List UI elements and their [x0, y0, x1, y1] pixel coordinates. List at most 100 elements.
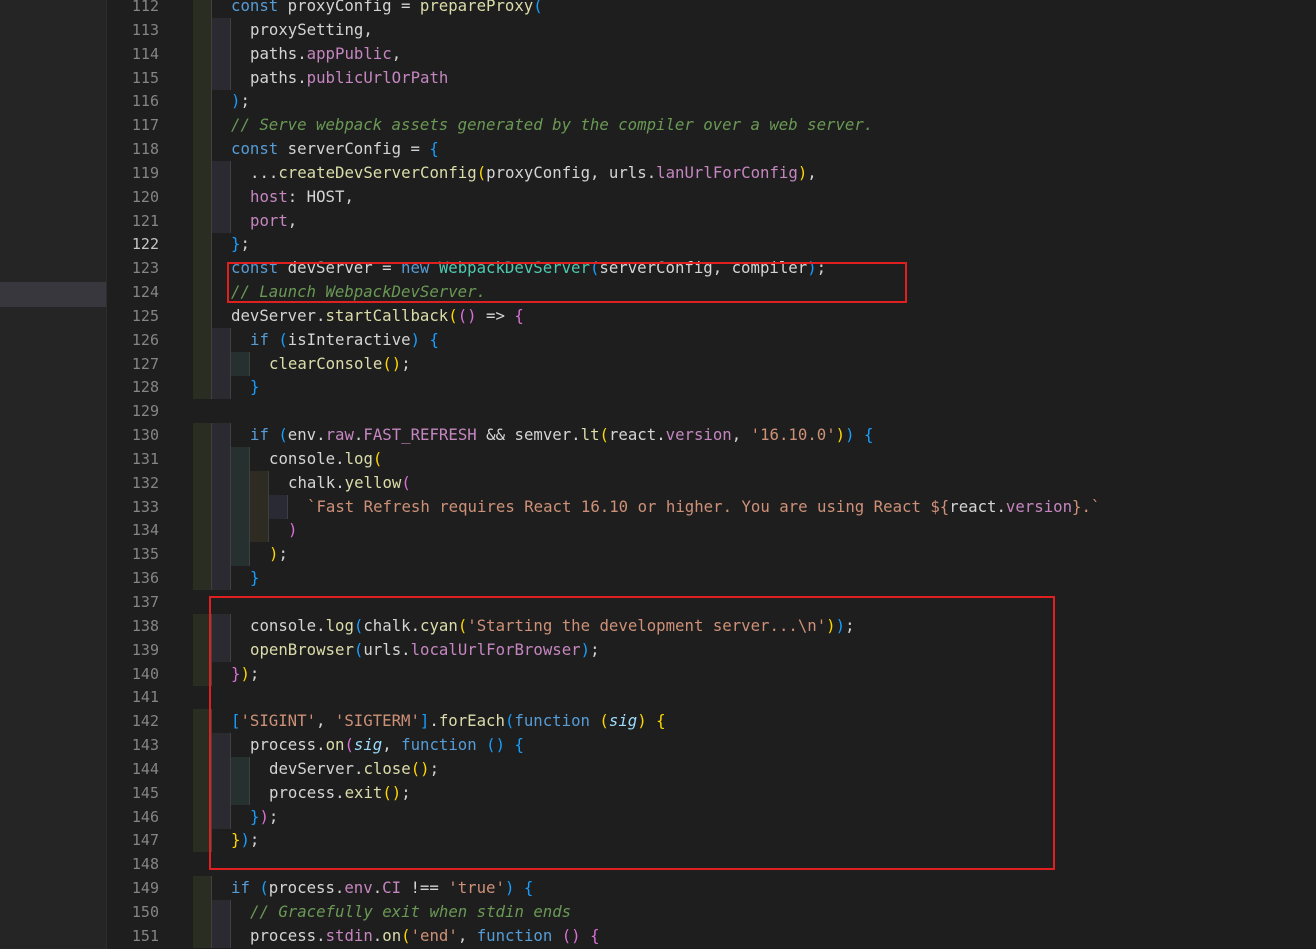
code-line[interactable]: };	[231, 232, 250, 256]
code-token: 'true'	[448, 878, 505, 898]
line-number: 150	[131, 902, 159, 921]
indent-band	[212, 160, 230, 185]
code-line[interactable]: host: HOST,	[250, 185, 354, 209]
code-token: CI	[382, 878, 402, 898]
indent-band	[193, 518, 211, 543]
side-panel	[0, 0, 107, 949]
code-line[interactable]: console.log(chalk.cyan('Starting the dev…	[250, 614, 855, 638]
code-line[interactable]: clearConsole();	[269, 352, 411, 376]
side-panel-selection[interactable]	[0, 282, 106, 307]
code-token: ()	[561, 925, 581, 945]
indent-band	[231, 518, 249, 543]
code-line[interactable]: openBrowser(urls.localUrlForBrowser);	[250, 638, 600, 662]
code-token: close	[363, 758, 411, 778]
code-line[interactable]: `Fast Refresh requires React 16.10 or hi…	[307, 495, 1100, 519]
code-token: (	[353, 615, 364, 635]
code-token: )	[826, 615, 836, 635]
code-line[interactable]: chalk.yellow(	[288, 471, 411, 495]
code-line[interactable]: );	[231, 89, 250, 113]
code-token: ()	[382, 782, 402, 802]
code-token: version	[665, 425, 732, 445]
indent-band	[193, 470, 211, 495]
code-token: react.	[949, 496, 1006, 516]
code-token: )	[797, 162, 808, 182]
code-line[interactable]: }	[250, 566, 259, 590]
code-line[interactable]: paths.publicUrlOrPath	[250, 66, 448, 90]
code-line[interactable]: // Serve webpack assets generated by the…	[231, 113, 873, 137]
code-token: }	[250, 568, 260, 588]
code-token: 'SIGTERM'	[334, 711, 420, 731]
code-token: react.	[608, 425, 666, 445]
code-token: urls.	[363, 639, 411, 659]
code-token: function	[514, 711, 590, 731]
code-line[interactable]: devServer.startCallback(() => {	[231, 304, 524, 328]
code-token: FAST_REFRESH	[363, 425, 477, 445]
code-line[interactable]: ...createDevServerConfig(proxyConfig, ur…	[250, 161, 817, 185]
code-token: const	[231, 258, 279, 278]
line-number: 127	[131, 354, 159, 373]
code-line[interactable]: }	[250, 375, 259, 399]
code-line[interactable]: proxySetting,	[250, 18, 373, 42]
code-token: ;	[590, 639, 600, 659]
indent-band	[193, 113, 211, 138]
code-line[interactable]: port,	[250, 209, 297, 233]
indent-band	[250, 494, 268, 519]
indent-band	[193, 256, 211, 281]
code-token: ,	[807, 162, 817, 182]
indent-band	[231, 756, 249, 781]
indent-band	[193, 0, 211, 18]
code-token: host	[250, 186, 288, 206]
code-line[interactable]: devServer.close();	[269, 757, 439, 781]
indent-band	[212, 184, 230, 209]
code-token: prepareProxy	[419, 0, 534, 15]
code-token: ;	[816, 258, 827, 278]
code-line[interactable]: process.exit();	[269, 781, 411, 805]
indent-band	[212, 423, 230, 448]
code-line[interactable]: // Launch WebpackDevServer.	[231, 280, 486, 304]
line-number: 148	[131, 855, 159, 874]
indent-band	[193, 137, 211, 162]
indent-band	[212, 637, 230, 662]
code-line[interactable]: const devServer = new WebpackDevServer(s…	[231, 256, 826, 280]
code-line[interactable]: process.stdin.on('end', function () {	[250, 924, 600, 948]
indent-guide	[211, 137, 212, 162]
code-line[interactable]: const proxyConfig = prepareProxy(	[231, 0, 543, 18]
indent-band	[193, 637, 211, 662]
code-line[interactable]: if (process.env.CI !== 'true') {	[231, 876, 533, 900]
code-token: proxyConfig =	[278, 0, 420, 15]
code-line[interactable]: const serverConfig = {	[231, 137, 439, 161]
indent-band	[231, 780, 249, 805]
code-line[interactable]: )	[288, 518, 297, 542]
code-token: {	[429, 139, 439, 159]
indent-band	[193, 756, 211, 781]
code-token: log	[325, 615, 354, 635]
indent-guide	[230, 613, 231, 638]
code-line[interactable]: });	[231, 662, 259, 686]
code-token: ;	[845, 615, 855, 635]
code-line[interactable]: });	[250, 805, 278, 829]
code-token: ,	[316, 711, 335, 731]
line-number: 143	[131, 736, 159, 755]
code-line[interactable]: );	[269, 542, 288, 566]
indent-guide	[268, 470, 269, 495]
code-token: ()	[382, 353, 402, 373]
code-line[interactable]: // Gracefully exit when stdin ends	[250, 900, 571, 924]
code-token: {	[514, 735, 524, 755]
code-line[interactable]: console.log(	[269, 447, 382, 471]
indent-band	[193, 160, 211, 185]
code-line[interactable]: paths.appPublic,	[250, 42, 401, 66]
indent-band	[212, 780, 230, 805]
code-line[interactable]: });	[231, 828, 259, 852]
line-number: 116	[131, 92, 159, 111]
code-line[interactable]: ['SIGINT', 'SIGTERM'].forEach(function (…	[231, 709, 666, 733]
code-line[interactable]: process.on(sig, function () {	[250, 733, 524, 757]
line-number: 146	[131, 807, 159, 826]
code-line[interactable]: if (env.raw.FAST_REFRESH && semver.lt(re…	[250, 423, 873, 447]
code-token: (	[504, 711, 515, 731]
indent-guide	[211, 828, 212, 853]
code-token: ;	[249, 663, 260, 683]
code-line[interactable]: if (isInteractive) {	[250, 328, 439, 352]
code-token: ,	[287, 210, 298, 230]
